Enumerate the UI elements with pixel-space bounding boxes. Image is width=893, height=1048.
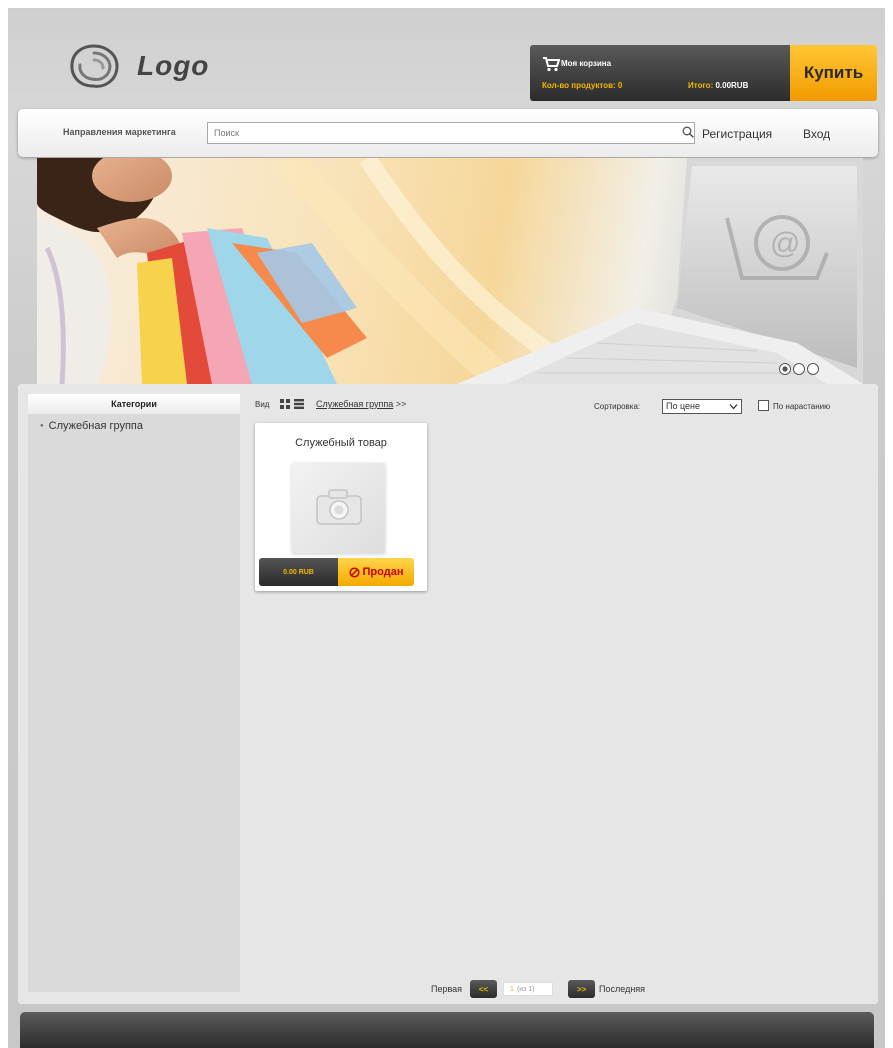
buy-button[interactable]: Купить: [790, 45, 877, 101]
cart-count-label: Кол-во продуктов:: [542, 81, 618, 90]
slider-dot-3[interactable]: [807, 363, 819, 375]
grid-view-icon[interactable]: [280, 399, 290, 409]
slider-dot-1[interactable]: [779, 363, 791, 375]
prohibited-icon: [348, 566, 360, 578]
cart-count: Кол-во продуктов: 0: [542, 81, 622, 90]
cart-total-label: Итого:: [688, 81, 716, 90]
cart-widget[interactable]: Моя корзина Кол-во продуктов: 0 Итого: 0…: [530, 45, 792, 101]
view-label: Вид: [255, 400, 270, 409]
banner-illustration: @: [37, 158, 863, 384]
slider-dot-2[interactable]: [793, 363, 805, 375]
camera-icon: [316, 489, 362, 525]
categories-title: Категории: [28, 394, 240, 414]
search-icon[interactable]: [682, 126, 694, 138]
breadcrumb-link[interactable]: Служебная группа: [316, 399, 393, 409]
nav-section-label[interactable]: Направления маркетинга: [63, 127, 176, 137]
product-card[interactable]: Служебный товар 0.00 RUB Продан: [255, 423, 427, 591]
cart-count-value: 0: [617, 81, 623, 90]
slider-dots: [779, 363, 829, 377]
page-number-input[interactable]: 1 (из 1): [503, 982, 554, 996]
ascending-checkbox[interactable]: [758, 400, 769, 411]
promo-banner[interactable]: @: [37, 158, 863, 384]
sold-status-button[interactable]: Продан: [338, 558, 414, 586]
logo[interactable]: Logo: [63, 38, 223, 96]
svg-text:@: @: [770, 227, 800, 260]
sold-status-label: Продан: [362, 566, 404, 578]
cart-icon: [543, 57, 560, 72]
prev-page-button[interactable]: <<: [470, 980, 498, 998]
search-input[interactable]: [207, 122, 695, 144]
page-of: (из 1): [516, 985, 535, 993]
next-page-button[interactable]: >>: [568, 980, 596, 998]
first-page-link[interactable]: Первая: [431, 984, 462, 994]
cart-title: Моя корзина: [561, 59, 612, 68]
list-view-icon[interactable]: [294, 399, 304, 409]
page-current: 1: [510, 985, 514, 993]
product-name[interactable]: Служебный товар: [255, 437, 427, 449]
sort-select-value: По цене: [666, 401, 701, 411]
last-page-link[interactable]: Последняя: [599, 984, 645, 994]
breadcrumb-arrow: >>: [393, 399, 407, 409]
ascending-label: По нарастанию: [773, 402, 831, 411]
pagination: Первая << 1 (из 1) >> Последняя: [431, 979, 645, 999]
chevron-down-icon: [729, 404, 738, 410]
register-link[interactable]: Регистрация: [702, 127, 772, 141]
sidebar-item-service-group[interactable]: Служебная группа: [40, 420, 143, 432]
footer-bar: [20, 1012, 874, 1048]
product-price: 0.00 RUB: [259, 558, 338, 586]
breadcrumb: Служебная группа >>: [316, 399, 406, 409]
sort-label: Сортировка:: [594, 402, 641, 411]
logo-swirl-icon: [70, 44, 119, 88]
sidebar: [28, 394, 240, 992]
nav-bar: Направления маркетинга Регистрация Вход: [18, 109, 878, 157]
product-image-placeholder[interactable]: [292, 463, 385, 553]
cart-total: Итого: 0.00RUB: [688, 81, 748, 90]
cart-total-value: 0.00RUB: [715, 81, 749, 90]
logo-text: Logo: [137, 50, 210, 81]
login-link[interactable]: Вход: [803, 127, 830, 141]
sort-select[interactable]: По цене: [662, 399, 742, 414]
